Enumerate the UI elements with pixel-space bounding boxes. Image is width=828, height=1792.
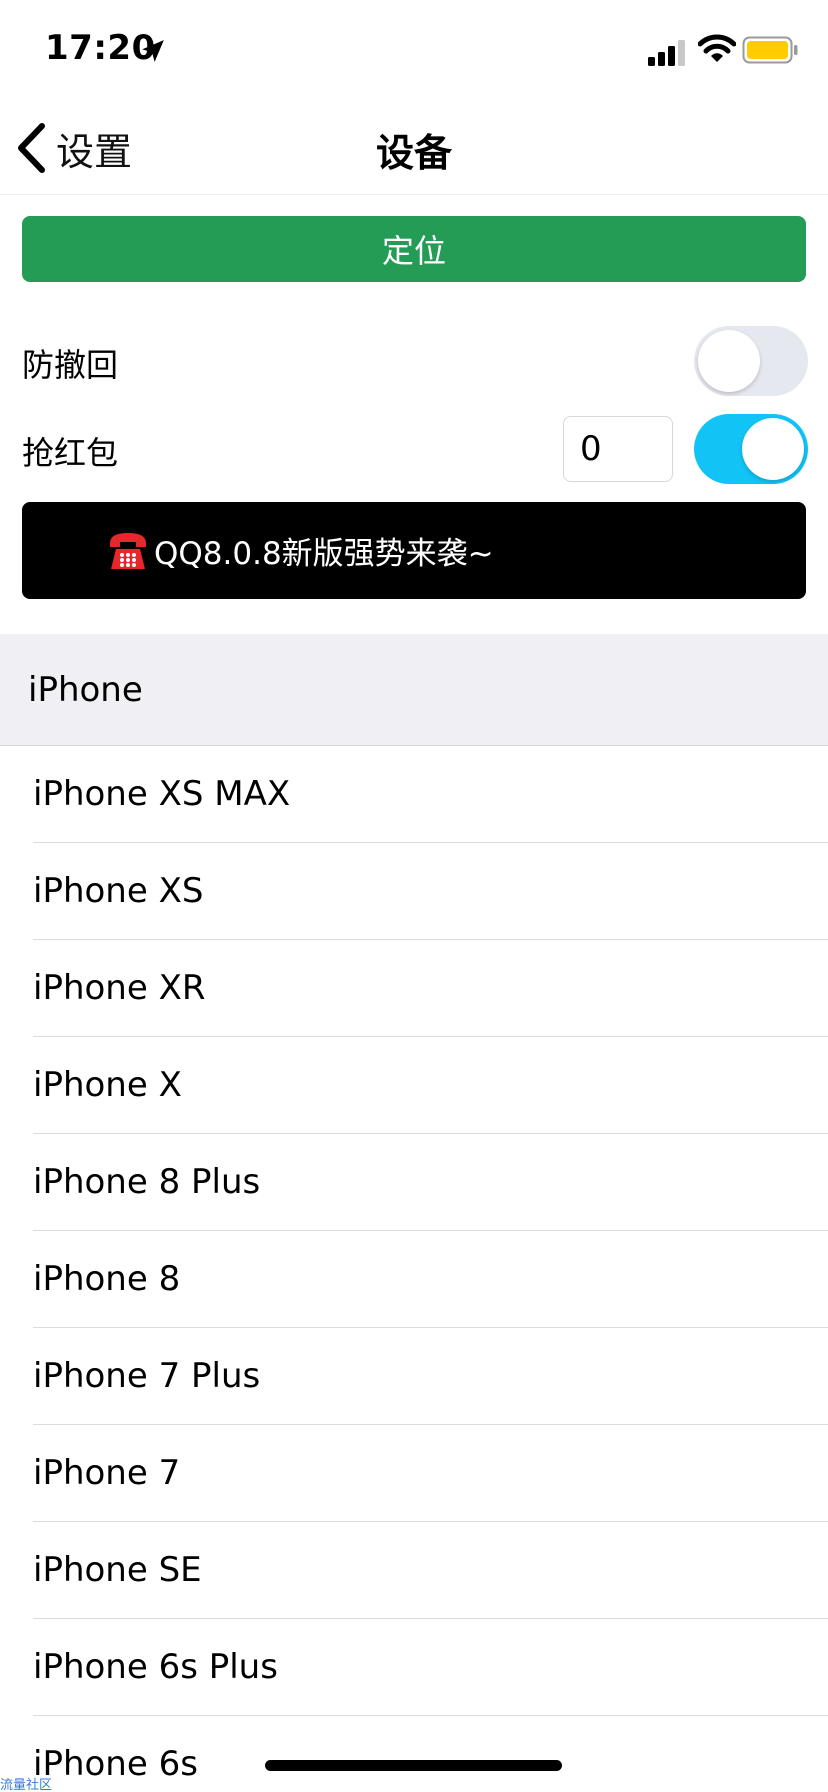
- watermark: 流量社区: [0, 1778, 53, 1792]
- anti-recall-row: 防撤回: [0, 320, 828, 400]
- device-list-item[interactable]: iPhone 8: [0, 1231, 828, 1328]
- cellular-signal-icon: [648, 40, 685, 66]
- red-packet-label: 抢红包: [22, 434, 119, 472]
- screen: 17:20 设置 设备 定位 防撤回 抢红包 0 QQ8.0.8新版强势来袭~ …: [0, 0, 828, 1792]
- anti-recall-label: 防撤回: [22, 346, 119, 384]
- red-packet-row: 抢红包: [0, 408, 828, 488]
- navigation-bar: 设置 设备: [0, 100, 828, 195]
- device-name: iPhone 8 Plus: [33, 1162, 261, 1202]
- toggle-knob: [742, 418, 804, 480]
- device-list-item[interactable]: iPhone X: [0, 1037, 828, 1134]
- home-indicator[interactable]: [265, 1760, 562, 1771]
- wifi-icon: [698, 34, 736, 62]
- device-list-item[interactable]: iPhone 7 Plus: [0, 1328, 828, 1425]
- anti-recall-toggle[interactable]: [694, 326, 808, 396]
- locate-button[interactable]: 定位: [22, 216, 806, 282]
- page-title: 设备: [375, 131, 452, 175]
- toggle-knob: [698, 330, 760, 392]
- device-name: iPhone XS: [33, 871, 204, 911]
- device-name: iPhone 7 Plus: [33, 1356, 261, 1396]
- promo-banner[interactable]: QQ8.0.8新版强势来袭~: [22, 502, 806, 599]
- device-name: iPhone X: [33, 1065, 182, 1105]
- device-list-item[interactable]: iPhone 6s Plus: [0, 1619, 828, 1716]
- device-list-item[interactable]: iPhone XS: [0, 843, 828, 940]
- location-arrow-icon: [142, 40, 164, 62]
- device-list-item[interactable]: iPhone SE: [0, 1522, 828, 1619]
- device-list-item[interactable]: iPhone XS MAX: [0, 746, 828, 843]
- device-name: iPhone 6s: [33, 1744, 198, 1784]
- section-title: iPhone: [28, 670, 143, 710]
- device-name: iPhone XS MAX: [33, 774, 291, 814]
- device-list-item[interactable]: iPhone 7: [0, 1425, 828, 1522]
- device-list-item[interactable]: iPhone XR: [0, 940, 828, 1037]
- device-name: iPhone 6s Plus: [33, 1647, 278, 1687]
- status-bar: 17:20: [0, 0, 828, 100]
- red-packet-toggle[interactable]: [694, 414, 808, 484]
- device-name: iPhone 8: [33, 1259, 181, 1299]
- device-list-item[interactable]: iPhone 6s: [0, 1716, 828, 1792]
- telephone-icon: [110, 532, 146, 569]
- device-list-item[interactable]: iPhone 8 Plus: [0, 1134, 828, 1231]
- device-name: iPhone 7: [33, 1453, 181, 1493]
- section-header: iPhone: [0, 634, 828, 746]
- battery-icon: [742, 36, 798, 64]
- device-list: iPhone XS MAX iPhone XS iPhone XR iPhone…: [0, 746, 828, 1792]
- device-name: iPhone XR: [33, 968, 206, 1008]
- red-packet-count-input[interactable]: [563, 416, 673, 482]
- device-name: iPhone SE: [33, 1550, 202, 1590]
- promo-banner-text: QQ8.0.8新版强势来袭~: [154, 536, 494, 572]
